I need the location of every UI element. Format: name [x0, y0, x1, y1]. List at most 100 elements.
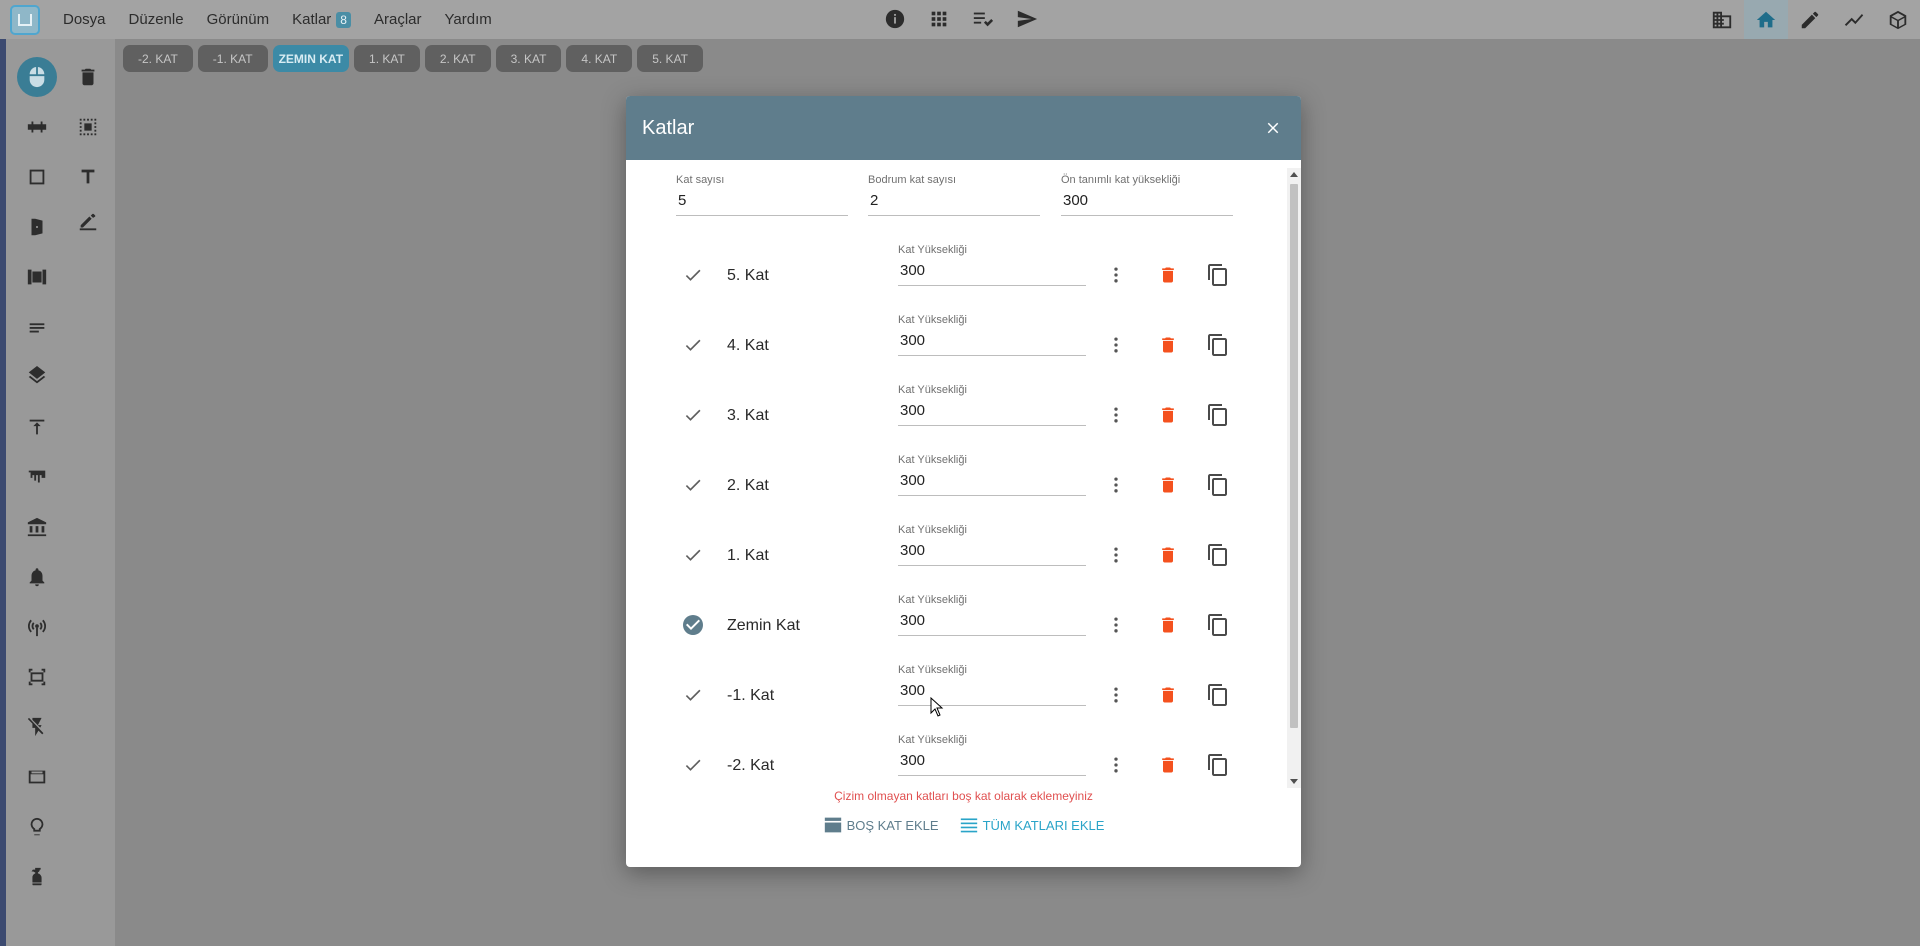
floor-height-input[interactable]	[898, 746, 1086, 776]
tab-floor-5[interactable]: 5. KAT	[637, 45, 704, 72]
copy-icon[interactable]	[1205, 612, 1231, 638]
scroll-thumb[interactable]	[1290, 184, 1298, 728]
more-vert-icon[interactable]	[1104, 613, 1128, 637]
floor-height-label: Kat Yüksekliği	[898, 314, 967, 326]
lightbulb-icon[interactable]	[17, 807, 57, 847]
copy-icon[interactable]	[1205, 752, 1231, 778]
copy-icon[interactable]	[1205, 472, 1231, 498]
delete-icon[interactable]	[1155, 542, 1181, 568]
door-icon[interactable]	[17, 207, 57, 247]
trend-line-icon[interactable]	[1832, 0, 1876, 39]
align-text-icon[interactable]	[17, 307, 57, 347]
rectangle-icon[interactable]	[17, 157, 57, 197]
more-vert-icon[interactable]	[1104, 543, 1128, 567]
floor-count-input[interactable]	[676, 186, 848, 216]
flash-off-icon[interactable]	[17, 707, 57, 747]
window-icon[interactable]	[17, 257, 57, 297]
copy-icon[interactable]	[1205, 262, 1231, 288]
floor-count-label: Kat sayısı	[676, 174, 725, 186]
wall-icon[interactable]	[17, 107, 57, 147]
floor-height-label: Kat Yüksekliği	[898, 734, 967, 746]
info-icon[interactable]	[884, 8, 906, 35]
menu-katlar[interactable]: Katlar 8	[292, 11, 351, 28]
more-vert-icon[interactable]	[1104, 683, 1128, 707]
check-icon[interactable]	[681, 403, 705, 427]
floor-height-input[interactable]	[898, 606, 1086, 636]
check-icon[interactable]	[681, 753, 705, 777]
basement-count-input[interactable]	[868, 186, 1040, 216]
cube-icon[interactable]	[1876, 0, 1920, 39]
delete-icon[interactable]	[1155, 472, 1181, 498]
building-icon[interactable]	[1700, 0, 1744, 39]
check-circle-icon[interactable]	[681, 613, 705, 637]
close-button[interactable]	[1261, 116, 1285, 140]
tab-floor-4[interactable]: 4. KAT	[566, 45, 633, 72]
floor-height-input[interactable]	[898, 676, 1086, 706]
tab-floor--2[interactable]: -2. KAT	[123, 45, 193, 72]
delete-icon[interactable]	[1155, 682, 1181, 708]
copy-icon[interactable]	[1205, 332, 1231, 358]
trash-icon[interactable]	[68, 57, 108, 97]
copy-icon[interactable]	[1205, 542, 1231, 568]
menu-yardim[interactable]: Yardım	[445, 11, 492, 28]
draw-line-icon[interactable]	[68, 202, 108, 242]
antenna-icon[interactable]	[17, 607, 57, 647]
check-icon[interactable]	[681, 683, 705, 707]
copy-icon[interactable]	[1205, 682, 1231, 708]
default-height-input[interactable]	[1061, 186, 1233, 216]
text-icon[interactable]	[68, 157, 108, 197]
scroll-down-arrow[interactable]	[1290, 779, 1298, 784]
copy-icon[interactable]	[1205, 402, 1231, 428]
app-logo[interactable]	[10, 4, 40, 35]
fire-extinguisher-icon[interactable]	[17, 857, 57, 897]
home-icon[interactable]	[1744, 0, 1788, 39]
send-icon[interactable]	[1016, 8, 1038, 35]
more-vert-icon[interactable]	[1104, 753, 1128, 777]
dialog-scrollbar[interactable]	[1287, 168, 1301, 788]
check-icon[interactable]	[681, 473, 705, 497]
building-columns-icon[interactable]	[17, 507, 57, 547]
floor-height-input[interactable]	[898, 396, 1086, 426]
floor-height-input[interactable]	[898, 326, 1086, 356]
scroll-up-arrow[interactable]	[1290, 172, 1298, 177]
mouse-select-icon[interactable]	[17, 57, 57, 97]
more-vert-icon[interactable]	[1104, 403, 1128, 427]
delete-icon[interactable]	[1155, 332, 1181, 358]
warning-text: Çizim olmayan katları boş kat olarak ekl…	[834, 789, 1093, 803]
apps-grid-icon[interactable]	[928, 8, 950, 35]
checklist-icon[interactable]	[972, 8, 994, 35]
delete-icon[interactable]	[1155, 612, 1181, 638]
delete-icon[interactable]	[1155, 402, 1181, 428]
delete-icon[interactable]	[1155, 262, 1181, 288]
check-icon[interactable]	[681, 333, 705, 357]
floor-row: 5. Kat Kat Yüksekliği	[626, 236, 1286, 306]
frame-icon[interactable]	[17, 657, 57, 697]
check-icon[interactable]	[681, 263, 705, 287]
floor-height-input[interactable]	[898, 256, 1086, 286]
more-vert-icon[interactable]	[1104, 333, 1128, 357]
tab-floor--1[interactable]: -1. KAT	[197, 45, 268, 72]
tab-floor-1[interactable]: 1. KAT	[354, 45, 420, 72]
pencil-icon[interactable]	[1788, 0, 1832, 39]
more-vert-icon[interactable]	[1104, 473, 1128, 497]
add-all-floors-button[interactable]: TÜM KATLARI EKLE	[959, 816, 1104, 834]
bell-icon[interactable]	[17, 557, 57, 597]
stair-icon[interactable]	[17, 457, 57, 497]
tab-floor-2[interactable]: 2. KAT	[424, 45, 491, 72]
check-icon[interactable]	[681, 543, 705, 567]
tab-floor-3[interactable]: 3. KAT	[495, 45, 562, 72]
menu-araclar[interactable]: Araçlar	[374, 11, 422, 28]
menu-duzenle[interactable]: Düzenle	[129, 11, 184, 28]
layers-icon[interactable]	[17, 357, 57, 397]
floor-height-input[interactable]	[898, 536, 1086, 566]
tab-floor-zemin[interactable]: ZEMIN KAT	[272, 45, 350, 72]
menu-gorunum[interactable]: Görünüm	[207, 11, 270, 28]
delete-icon[interactable]	[1155, 752, 1181, 778]
align-top-icon[interactable]	[17, 407, 57, 447]
floor-height-input[interactable]	[898, 466, 1086, 496]
more-vert-icon[interactable]	[1104, 263, 1128, 287]
add-empty-floor-button[interactable]: BOŞ KAT EKLE	[823, 816, 939, 834]
panel-icon[interactable]	[17, 757, 57, 797]
menu-dosya[interactable]: Dosya	[63, 11, 106, 28]
select-area-icon[interactable]	[68, 107, 108, 147]
